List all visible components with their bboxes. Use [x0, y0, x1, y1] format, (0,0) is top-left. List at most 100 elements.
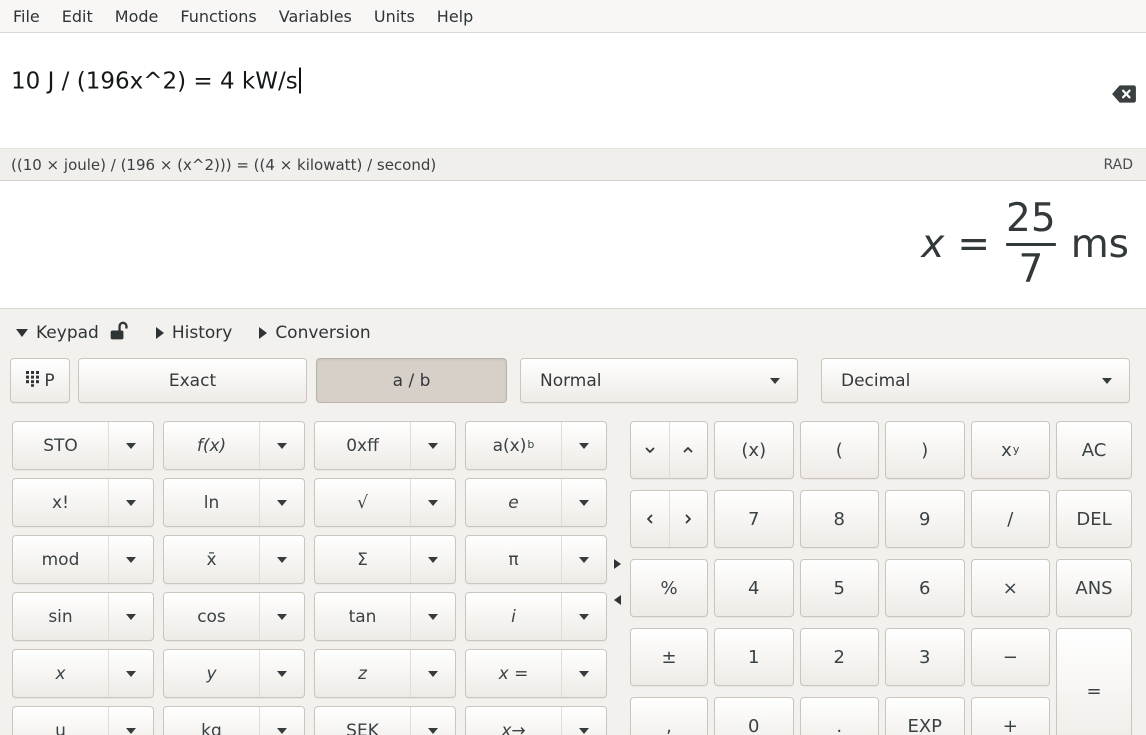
key-open-paren[interactable]: ( [800, 421, 880, 479]
key-sqrt-dropdown[interactable] [410, 479, 455, 526]
key-minus[interactable]: − [971, 628, 1051, 686]
key-percent[interactable]: % [630, 559, 708, 617]
menu-variables[interactable]: Variables [268, 0, 363, 33]
key-sto[interactable]: STO [12, 421, 154, 470]
key-var-x-dropdown[interactable] [108, 650, 153, 697]
key-var-z-dropdown[interactable] [410, 650, 455, 697]
tab-history[interactable]: History [156, 323, 232, 343]
key-digit-2[interactable]: 2 [800, 628, 880, 686]
key-decimal-point[interactable]: . [800, 697, 880, 735]
key-digit-9[interactable]: 9 [885, 490, 965, 548]
key-convert-x-to[interactable]: x→ [465, 706, 607, 735]
key-ans[interactable]: ANS [1056, 559, 1132, 617]
key-exp[interactable]: EXP [885, 697, 965, 735]
key-e-dropdown[interactable] [561, 479, 606, 526]
display-mode-select[interactable]: Normal [520, 358, 798, 403]
key-sto-dropdown[interactable] [108, 422, 153, 469]
key-unit-sek-dropdown[interactable] [410, 707, 455, 735]
chevron-right-icon[interactable] [669, 491, 708, 547]
chevron-up-icon[interactable] [669, 422, 708, 478]
key-digit-6[interactable]: 6 [885, 559, 965, 617]
key-digit-3[interactable]: 3 [885, 628, 965, 686]
tab-keypad[interactable]: Keypad [16, 320, 129, 346]
key-unit-kg-dropdown[interactable] [259, 707, 304, 735]
key-digit-7[interactable]: 7 [714, 490, 794, 548]
expand-pane-right-icon[interactable] [614, 559, 621, 569]
chevron-down-icon[interactable] [631, 422, 669, 478]
key-unit-kg[interactable]: kg [163, 706, 305, 735]
expression-input[interactable]: 10 J / (196x^2) = 4 kW/s [0, 33, 1146, 148]
key-ln[interactable]: ln [163, 478, 305, 527]
chevron-left-icon[interactable] [631, 491, 669, 547]
key-unit-u-dropdown[interactable] [108, 707, 153, 735]
fraction-toggle-button[interactable]: a / b [316, 358, 507, 403]
key-factorial-dropdown[interactable] [108, 479, 153, 526]
key-divide[interactable]: / [971, 490, 1051, 548]
key-mod-dropdown[interactable] [108, 536, 153, 583]
menu-functions[interactable]: Functions [169, 0, 267, 33]
key-equals[interactable]: = [1056, 628, 1132, 735]
key-cos[interactable]: cos [163, 592, 305, 641]
menu-edit[interactable]: Edit [51, 0, 104, 33]
key-imaginary-i[interactable]: i [465, 592, 607, 641]
menu-mode[interactable]: Mode [104, 0, 170, 33]
key-power-a-x-b-dropdown[interactable] [561, 422, 606, 469]
key-function-dropdown[interactable] [259, 422, 304, 469]
menu-file[interactable]: File [2, 0, 51, 33]
key-unit-sek[interactable]: SEK [314, 706, 456, 735]
key-hex-0xff-dropdown[interactable] [410, 422, 455, 469]
key-digit-0[interactable]: 0 [714, 697, 794, 735]
key-mean-dropdown[interactable] [259, 536, 304, 583]
key-cos-dropdown[interactable] [259, 593, 304, 640]
key-pi[interactable]: π [465, 535, 607, 584]
key-e[interactable]: e [465, 478, 607, 527]
keypad-lock-icon[interactable] [109, 320, 129, 346]
key-paren-x[interactable]: (x) [714, 421, 794, 479]
key-power-x-y[interactable]: xy [971, 421, 1051, 479]
key-mod[interactable]: mod [12, 535, 154, 584]
menu-help[interactable]: Help [426, 0, 484, 33]
key-del[interactable]: DEL [1056, 490, 1132, 548]
key-function[interactable]: f(x) [163, 421, 305, 470]
key-close-paren[interactable]: ) [885, 421, 965, 479]
key-multiply[interactable]: × [971, 559, 1051, 617]
number-base-select[interactable]: Decimal [821, 358, 1130, 403]
key-comma[interactable]: , [630, 697, 708, 735]
key-digit-5[interactable]: 5 [800, 559, 880, 617]
key-digit-1[interactable]: 1 [714, 628, 794, 686]
key-sin-dropdown[interactable] [108, 593, 153, 640]
key-sum-dropdown[interactable] [410, 536, 455, 583]
key-var-z[interactable]: z [314, 649, 456, 698]
key-digit-4[interactable]: 4 [714, 559, 794, 617]
tab-conversion[interactable]: Conversion [259, 323, 370, 343]
key-factorial[interactable]: x! [12, 478, 154, 527]
key-tan-dropdown[interactable] [410, 593, 455, 640]
key-power-a-x-b[interactable]: a(x)b [465, 421, 607, 470]
key-plus[interactable]: + [971, 697, 1051, 735]
key-digit-8[interactable]: 8 [800, 490, 880, 548]
expand-pane-left-icon[interactable] [614, 595, 621, 605]
key-sum[interactable]: Σ [314, 535, 456, 584]
key-sin[interactable]: sin [12, 592, 154, 641]
exact-toggle-button[interactable]: Exact [78, 358, 307, 403]
key-mean[interactable]: x̄ [163, 535, 305, 584]
key-var-y-dropdown[interactable] [259, 650, 304, 697]
key-unit-u[interactable]: u [12, 706, 154, 735]
menu-units[interactable]: Units [363, 0, 426, 33]
backspace-button[interactable] [1111, 84, 1137, 104]
key-tan[interactable]: tan [314, 592, 456, 641]
key-x-equals-dropdown[interactable] [561, 650, 606, 697]
key-ln-dropdown[interactable] [259, 479, 304, 526]
chevron-down-icon [579, 500, 589, 506]
key-pi-dropdown[interactable] [561, 536, 606, 583]
programming-keypad-button[interactable]: P [10, 358, 70, 403]
key-var-x[interactable]: x [12, 649, 154, 698]
key-hex-0xff[interactable]: 0xff [314, 421, 456, 470]
key-sqrt[interactable]: √ [314, 478, 456, 527]
key-convert-x-to-dropdown[interactable] [561, 707, 606, 735]
key-imaginary-i-dropdown[interactable] [561, 593, 606, 640]
key-x-equals[interactable]: x = [465, 649, 607, 698]
key-ac[interactable]: AC [1056, 421, 1132, 479]
key-plus-minus[interactable]: ± [630, 628, 708, 686]
key-var-y[interactable]: y [163, 649, 305, 698]
